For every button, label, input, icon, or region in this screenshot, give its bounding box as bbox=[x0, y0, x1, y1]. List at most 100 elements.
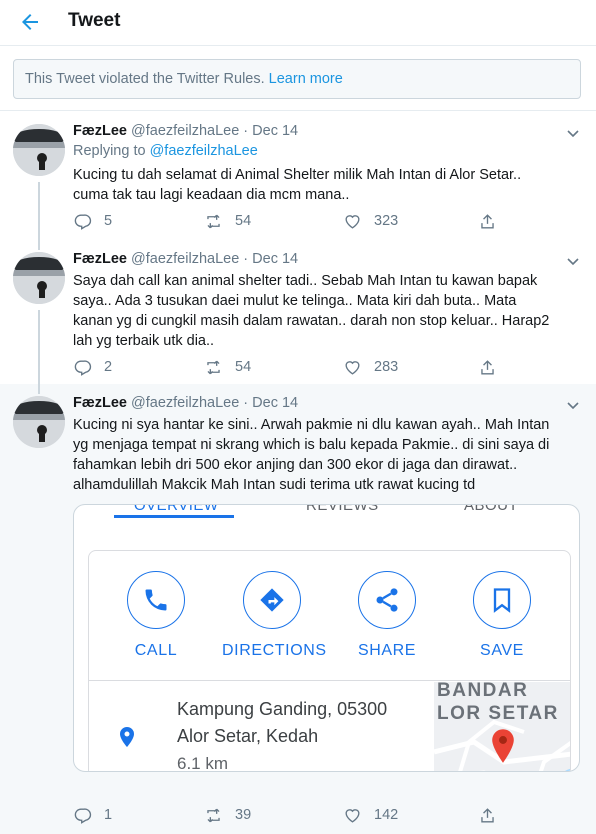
tweet-text-line: cuma tak tau lagi keadaan dia mcm mana.. bbox=[73, 187, 350, 203]
retweet-button[interactable]: 54 bbox=[204, 210, 251, 232]
page-title: Tweet bbox=[68, 10, 121, 31]
reply-icon bbox=[74, 807, 92, 824]
retweet-count: 39 bbox=[235, 807, 252, 823]
heart-icon bbox=[345, 214, 360, 229]
map-thumbnail: BANDAR LOR SETAR bbox=[434, 682, 570, 771]
address-line-2: Alor Setar, Kedah bbox=[177, 726, 319, 746]
retweet-icon bbox=[207, 360, 220, 374]
place-address: Kampung Ganding, 05300 Alor Setar, Kedah… bbox=[177, 696, 427, 772]
tweet-actions: 2 54 283 bbox=[73, 356, 523, 378]
tweet-actions: 1 39 142 bbox=[73, 804, 523, 826]
tweet-text-line: Saya dah call kan animal shelter tadi.. … bbox=[73, 273, 538, 289]
tab-overview: OVERVIEW bbox=[134, 504, 219, 514]
violation-notice: This Tweet violated the Twitter Rules. L… bbox=[13, 59, 581, 99]
place-tabs: OVERVIEW REVIEWS ABOUT bbox=[74, 504, 579, 518]
tweet-text: Saya dah call kan animal shelter tadi.. … bbox=[73, 271, 578, 351]
replying-to: Replying to @faezfeilzhaLee bbox=[73, 143, 258, 159]
learn-more-link[interactable]: Learn more bbox=[269, 71, 343, 87]
heart-icon bbox=[345, 808, 360, 823]
save-action: SAVE bbox=[452, 571, 552, 660]
thread-line bbox=[38, 240, 40, 250]
tweet-text-line: alhamdulillah Makcik Mah Intan sudi teri… bbox=[73, 477, 476, 493]
like-count: 283 bbox=[374, 359, 399, 375]
tweet-text-line: Kucing ni sya hantar ke sini.. Arwah pak… bbox=[73, 417, 550, 433]
share-label: SHARE bbox=[357, 642, 417, 659]
save-label: SAVE bbox=[480, 642, 524, 659]
user-handle[interactable]: @faezfeilzhaLee bbox=[131, 123, 239, 139]
tweet[interactable]: FæzLee @faezfeilzhaLee · Dec 14 Saya dah… bbox=[0, 240, 596, 386]
share-button[interactable] bbox=[478, 356, 509, 378]
tweet-date[interactable]: · Dec 14 bbox=[243, 251, 298, 267]
directions-label: DIRECTIONS bbox=[222, 642, 327, 659]
call-label: CALL bbox=[134, 642, 178, 659]
retweet-button[interactable]: 54 bbox=[204, 356, 251, 378]
directions-action: DIRECTIONS bbox=[222, 571, 327, 660]
retweet-count: 54 bbox=[235, 213, 252, 229]
share-circle bbox=[358, 571, 416, 629]
avatar-image bbox=[13, 124, 65, 176]
bookmark-icon bbox=[493, 588, 511, 613]
avatar[interactable] bbox=[13, 252, 65, 304]
user-handle[interactable]: @faezfeilzhaLee bbox=[131, 251, 239, 267]
call-circle bbox=[127, 571, 185, 629]
chevron-down-icon[interactable] bbox=[566, 254, 580, 268]
directions-icon bbox=[260, 588, 284, 612]
tweet-text-line: lah yg terbaik utk dia.. bbox=[73, 333, 215, 349]
user-handle[interactable]: @faezfeilzhaLee bbox=[131, 395, 239, 411]
place-action-row: CALL DIRECTIONS SHARE SAVE bbox=[89, 551, 570, 681]
replying-to-label: Replying to bbox=[73, 143, 146, 159]
map-label: LOR SETAR bbox=[437, 703, 559, 724]
reply-count: 5 bbox=[104, 213, 113, 229]
like-button[interactable]: 323 bbox=[343, 210, 398, 232]
tweet[interactable]: FæzLee @faezfeilzhaLee · Dec 14 Kucing n… bbox=[0, 384, 596, 834]
distance: 6.1 km bbox=[177, 754, 229, 772]
reply-count: 1 bbox=[104, 807, 113, 823]
back-arrow-icon[interactable] bbox=[18, 10, 42, 34]
share-icon bbox=[481, 807, 494, 823]
chevron-down-icon[interactable] bbox=[566, 126, 580, 140]
reply-button[interactable]: 1 bbox=[73, 804, 112, 826]
tweet-header: FæzLee @faezfeilzhaLee · Dec 14 bbox=[73, 395, 298, 411]
tweet-text-line: kanan yg di cungkil masih dalam rawatan.… bbox=[73, 313, 550, 329]
tab-about: ABOUT bbox=[464, 504, 519, 514]
avatar[interactable] bbox=[13, 396, 65, 448]
reply-button[interactable]: 2 bbox=[73, 356, 112, 378]
retweet-button[interactable]: 39 bbox=[204, 804, 251, 826]
reply-icon bbox=[74, 359, 92, 376]
avatar-image bbox=[13, 252, 65, 304]
directions-circle bbox=[243, 571, 301, 629]
tweet-date[interactable]: · Dec 14 bbox=[243, 123, 298, 139]
violation-notice-section: This Tweet violated the Twitter Rules. L… bbox=[0, 47, 596, 111]
place-card: CALL DIRECTIONS SHARE SAVE Kampung Gandi… bbox=[88, 550, 571, 772]
tweet-text-line: Kucing tu dah selamat di Animal Shelter … bbox=[73, 167, 522, 183]
display-name[interactable]: FæzLee bbox=[73, 123, 127, 139]
replying-to-handle[interactable]: @faezfeilzhaLee bbox=[150, 143, 258, 159]
retweet-count: 54 bbox=[235, 359, 252, 375]
map-label: BANDAR bbox=[437, 682, 529, 701]
attached-image[interactable]: OVERVIEW REVIEWS ABOUT CALL DIRECTIONS S… bbox=[73, 504, 580, 772]
display-name[interactable]: FæzLee bbox=[73, 395, 127, 411]
violation-notice-text: This Tweet violated the Twitter Rules. bbox=[25, 71, 265, 87]
tweet-text: Kucing tu dah selamat di Animal Shelter … bbox=[73, 165, 578, 205]
tweet-header: FæzLee @faezfeilzhaLee · Dec 14 bbox=[73, 251, 298, 267]
tweet-actions: 5 54 323 bbox=[73, 210, 523, 232]
share-button[interactable] bbox=[478, 804, 509, 826]
avatar[interactable] bbox=[13, 124, 65, 176]
tab-reviews: REVIEWS bbox=[306, 504, 379, 514]
like-count: 142 bbox=[374, 807, 399, 823]
like-button[interactable]: 283 bbox=[343, 356, 398, 378]
share-button[interactable] bbox=[478, 210, 509, 232]
tweet-text: Kucing ni sya hantar ke sini.. Arwah pak… bbox=[73, 415, 578, 495]
call-action: CALL bbox=[106, 571, 206, 660]
retweet-icon bbox=[207, 214, 220, 228]
chevron-down-icon[interactable] bbox=[566, 398, 580, 412]
header-bar: Tweet bbox=[0, 0, 596, 46]
tweet-date[interactable]: · Dec 14 bbox=[243, 395, 298, 411]
tweet-text-line: yg menjaga tempat ni skrang which is bal… bbox=[73, 437, 550, 453]
reply-button[interactable]: 5 bbox=[73, 210, 112, 232]
tweet[interactable]: FæzLee @faezfeilzhaLee · Dec 14 Replying… bbox=[0, 112, 596, 242]
retweet-icon bbox=[207, 808, 220, 822]
reply-icon bbox=[74, 213, 92, 230]
like-button[interactable]: 142 bbox=[343, 804, 398, 826]
display-name[interactable]: FæzLee bbox=[73, 251, 127, 267]
